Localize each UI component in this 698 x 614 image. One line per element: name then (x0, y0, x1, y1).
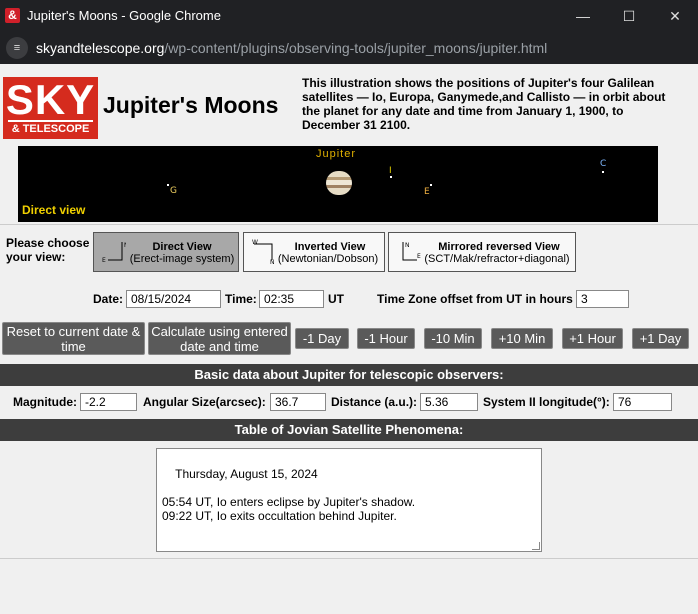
title-bar: & Jupiter's Moons - Google Chrome — ☐ ✕ (0, 0, 698, 32)
intro-text: This illustration shows the positions of… (302, 76, 666, 132)
jupiter-disc (326, 171, 352, 195)
view-option-subtitle: (Erect-image system) (129, 253, 235, 265)
tz-offset-label: Time Zone offset from UT in hours (377, 292, 573, 306)
phenomena-heading: Table of Jovian Satellite Phenomena: (0, 419, 698, 441)
orientation-axes-icon: N E (402, 242, 421, 261)
date-input[interactable]: 08/15/2024 (126, 290, 221, 308)
time-label: Time: (225, 292, 257, 306)
minus-day-button[interactable]: -1 Day (295, 328, 349, 349)
moon-label-ganymede: G (170, 186, 177, 196)
date-label: Date: (93, 292, 124, 306)
svg-text:N: N (124, 242, 126, 249)
view-mode-label: Direct view (22, 203, 86, 217)
moon-label-europa: E (424, 187, 430, 197)
resize-handle[interactable] (532, 542, 540, 550)
plus-day-button[interactable]: +1 Day (632, 328, 689, 349)
divider (0, 224, 698, 225)
minus-hour-button[interactable]: -1 Hour (357, 328, 415, 349)
moon-label-callisto: C (600, 159, 607, 169)
maximize-button[interactable]: ☐ (606, 0, 652, 32)
inverted-view-button[interactable]: W N Inverted View (Newtonian/Dobson) (243, 232, 385, 272)
plus-10min-button[interactable]: +10 Min (491, 328, 553, 349)
distance-field[interactable]: 5.36 (420, 393, 478, 411)
phenomena-text: Thursday, August 15, 2024 05:54 UT, Io e… (162, 467, 416, 523)
orientation-axes-icon: N E (102, 242, 126, 264)
view-choice-prompt: Please choose your view: (6, 236, 90, 264)
site-info-icon[interactable]: ≡ (6, 37, 28, 59)
orientation-axes-icon: W N (252, 239, 275, 264)
svg-text:N: N (270, 259, 275, 264)
jupiter-label: Jupiter (316, 148, 357, 160)
longitude-field[interactable]: 76 (613, 393, 672, 411)
address-bar[interactable]: ≡ skyandtelescope.org/wp-content/plugins… (0, 32, 698, 64)
minimize-button[interactable]: — (560, 0, 606, 32)
url-text[interactable]: skyandtelescope.org/wp-content/plugins/o… (36, 40, 547, 56)
phenomena-textarea[interactable]: Thursday, August 15, 2024 05:54 UT, Io e… (156, 448, 542, 552)
longitude-label: System II longitude(°): (483, 395, 610, 409)
reset-button[interactable]: Reset to current date & time (2, 322, 145, 355)
plus-hour-button[interactable]: +1 Hour (562, 328, 623, 349)
app-icon: & (5, 8, 20, 23)
moon-label-io: I (389, 166, 392, 176)
divider (0, 558, 698, 559)
moon-dot-io (390, 176, 392, 178)
tz-offset-input[interactable]: 3 (576, 290, 629, 308)
basic-data-heading: Basic data about Jupiter for telescopic … (0, 364, 698, 386)
view-option-title: Direct View (152, 241, 212, 253)
view-option-subtitle: (Newtonian/Dobson) (277, 253, 379, 265)
moon-dot-callisto (602, 171, 604, 173)
window-title: Jupiter's Moons - Google Chrome (27, 8, 221, 23)
svg-text:W: W (252, 239, 258, 246)
angular-size-label: Angular Size(arcsec): (143, 395, 266, 409)
mirrored-reversed-view-button[interactable]: N E Mirrored reversed View (SCT/Mak/refr… (388, 232, 576, 272)
svg-text:E: E (102, 257, 106, 264)
moon-dot-europa (430, 184, 432, 186)
logo-sky-text: SKY (5, 76, 96, 123)
url-path: /wp-content/plugins/observing-tools/jupi… (164, 40, 548, 56)
distance-label: Distance (a.u.): (331, 395, 418, 409)
direct-view-button[interactable]: N E Direct View (Erect-image system) (93, 232, 239, 272)
svg-text:N: N (405, 242, 410, 249)
sky-telescope-logo[interactable]: SKY & TELESCOPE (3, 77, 98, 139)
minus-10min-button[interactable]: -10 Min (424, 328, 482, 349)
angular-size-field[interactable]: 36.7 (270, 393, 326, 411)
page-title: Jupiter's Moons (103, 92, 279, 118)
jupiter-sky-view: Jupiter G I E C Direct view (18, 146, 658, 222)
magnitude-field[interactable]: -2.2 (80, 393, 137, 411)
url-host: skyandtelescope.org (36, 40, 165, 56)
page-content: SKY & TELESCOPE Jupiter's Moons This ill… (0, 64, 698, 614)
view-option-title: Mirrored reversed View (438, 241, 560, 253)
moon-dot-ganymede (167, 184, 169, 186)
magnitude-label: Magnitude: (13, 395, 77, 409)
time-unit: UT (328, 292, 344, 306)
view-option-subtitle: (SCT/Mak/refractor+diagonal) (424, 253, 570, 265)
logo-telescope-text: & TELESCOPE (8, 120, 93, 136)
time-input[interactable]: 02:35 (259, 290, 324, 308)
close-button[interactable]: ✕ (652, 0, 698, 32)
calculate-button[interactable]: Calculate using entered date and time (148, 322, 291, 355)
view-option-title: Inverted View (294, 241, 366, 253)
